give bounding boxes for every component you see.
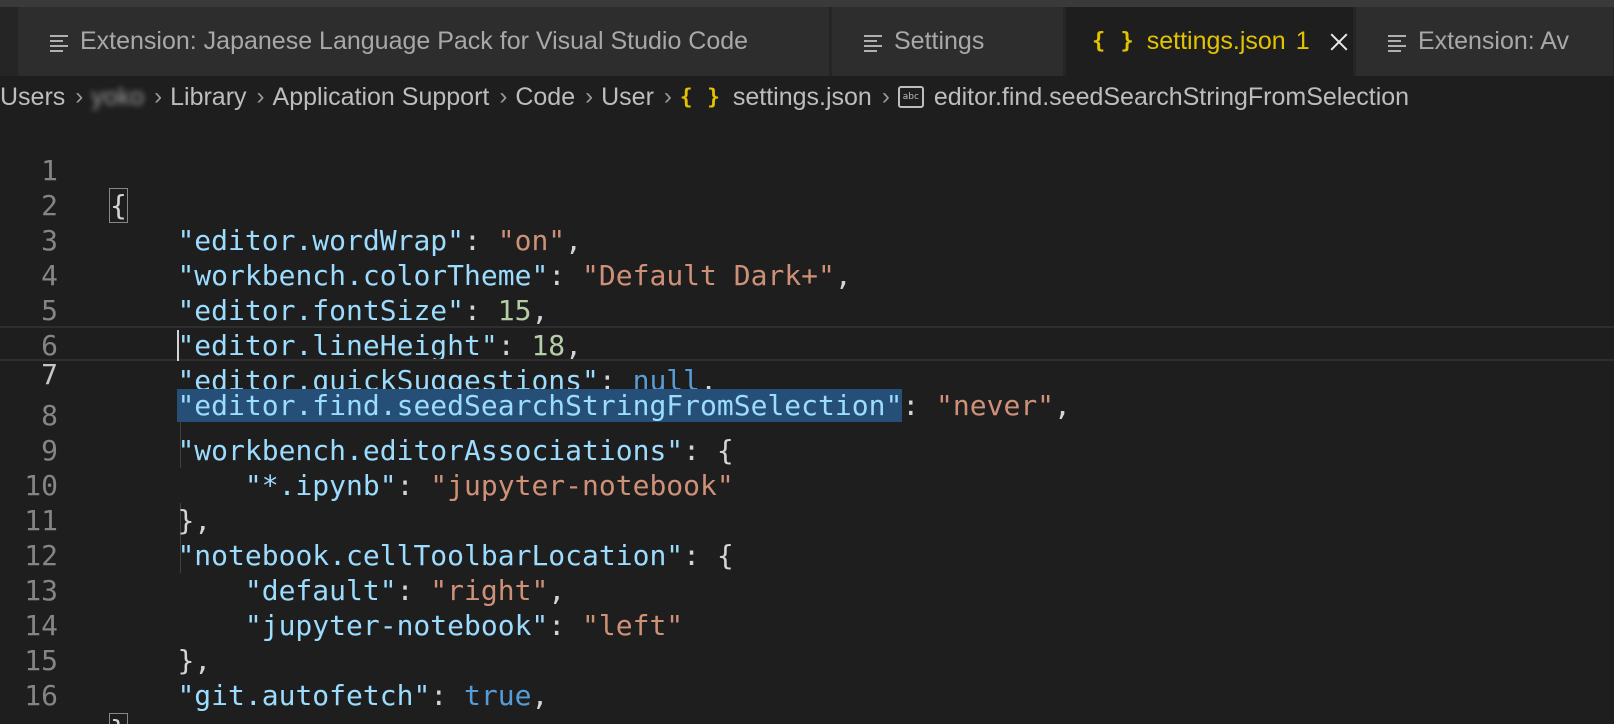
preview-icon (864, 33, 882, 52)
code-line-3[interactable]: 3 "workbench.colorTheme": "Default Dark+… (0, 188, 1614, 292)
chevron-right-icon: › (881, 83, 890, 110)
code-line-6[interactable]: 6 "editor.quickSuggestions": null, (0, 293, 1614, 397)
close-icon[interactable] (1328, 31, 1350, 53)
code-line-12[interactable]: 12 "default": "right", (0, 503, 1614, 607)
tab-settings-json[interactable]: { } settings.json 1 (1066, 7, 1354, 76)
code-line-5[interactable]: 5 "editor.lineHeight": 18, (0, 258, 1614, 362)
breadcrumb-label: settings.json (732, 82, 872, 111)
chevron-right-icon: › (585, 83, 594, 110)
breadcrumb-item-users[interactable]: Users (0, 83, 65, 112)
breadcrumb-label: editor.find.seedSearchStringFromSelectio… (933, 82, 1410, 111)
code-line-9[interactable]: 9 "*.ipynb": "jupyter-notebook" (0, 398, 1614, 502)
chevron-right-icon: › (256, 83, 265, 110)
code-editor[interactable]: 1 { 2 "editor.wordWrap": "on", 3 "workbe… (0, 118, 1614, 724)
tab-label: Extension: Japanese Language Pack for Vi… (80, 27, 749, 55)
code-line-11[interactable]: 11 "notebook.cellToolbarLocation": { (0, 468, 1614, 572)
code-line-2[interactable]: 2 "editor.wordWrap": "on", (0, 153, 1614, 257)
line-number: 16 (24, 679, 58, 712)
tab-label: Settings (894, 27, 985, 55)
chevron-right-icon: › (499, 83, 508, 110)
tab-extension-av[interactable]: Extension: Av (1356, 7, 1614, 76)
json-braces-icon: { } (679, 85, 721, 109)
breadcrumb-item-username[interactable]: yoko (91, 83, 144, 112)
chevron-right-icon: › (663, 83, 672, 110)
chevron-right-icon: › (154, 83, 163, 110)
tab-label: Extension: Av (1418, 27, 1570, 55)
code-line-15[interactable]: 15 "git.autofetch": true, (0, 608, 1614, 712)
code-line-8[interactable]: 8 "workbench.editorAssociations": { (0, 363, 1614, 467)
json-braces-icon: { } (1092, 29, 1135, 54)
preview-icon (50, 33, 68, 52)
code-line-4[interactable]: 4 "editor.fontSize": 15, (0, 223, 1614, 327)
tab-label: settings.json (1146, 27, 1286, 55)
editor-tab-bar: Extension: Japanese Language Pack for Vi… (0, 0, 1614, 76)
json-brace: } (109, 713, 128, 724)
text-cursor (177, 330, 179, 361)
breadcrumb-item-user[interactable]: User (601, 83, 654, 112)
preview-icon (1388, 33, 1406, 52)
chevron-right-icon: › (75, 83, 84, 110)
code-line-13[interactable]: 13 "jupyter-notebook": "left" (0, 538, 1614, 642)
json-key: "git.autofetch" (177, 679, 431, 712)
breadcrumb-item-application-support[interactable]: Application Support (273, 83, 490, 112)
breadcrumb-item-settings-json[interactable]: { } settings.json (680, 83, 872, 112)
json-comma: , (531, 679, 549, 712)
code-line-1[interactable]: 1 { (0, 118, 1614, 223)
tab-settings[interactable]: Settings (832, 7, 1064, 76)
code-line-7[interactable]: 7 "editor.find.seedSearchStringFromSelec… (0, 326, 1614, 422)
code-line-14[interactable]: 14 }, (0, 573, 1614, 677)
breadcrumb-item-setting-key[interactable]: abc editor.find.seedSearchStringFromSele… (897, 82, 1410, 112)
breadcrumb: Users › yoko › Library › Application Sup… (0, 78, 1614, 116)
breadcrumb-item-library[interactable]: Library (170, 83, 246, 112)
code-line-10[interactable]: 10 }, (0, 433, 1614, 537)
tab-japanese-language-pack-extension[interactable]: Extension: Japanese Language Pack for Vi… (18, 7, 830, 76)
problem-count-badge: 1 (1295, 27, 1310, 55)
code-line-16[interactable]: 16 } (0, 643, 1614, 724)
string-property-icon: abc (897, 86, 924, 108)
json-colon: : (430, 679, 465, 712)
breadcrumb-item-code[interactable]: Code (515, 83, 575, 112)
json-boolean-value: true (464, 679, 532, 712)
